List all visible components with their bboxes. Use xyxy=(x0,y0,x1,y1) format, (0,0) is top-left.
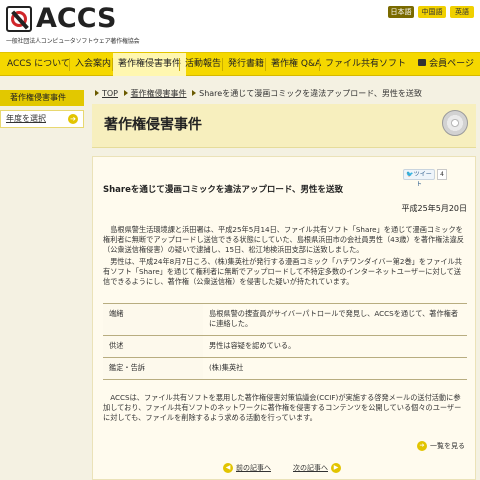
logo-subtitle: 一般社団法人コンピュータソフトウェア著作権協会 xyxy=(6,38,140,45)
nav-item-activity[interactable]: 活動報告 xyxy=(180,53,226,76)
global-nav: ACCS について 入会案内 著作権侵害事件 活動報告 発行書籍 著作権 Q&A… xyxy=(0,52,480,76)
article-paragraph: 男性は、平成24年8月7日ころ、(株)集英社が発行する漫画コミック「ハチワンダイ… xyxy=(103,257,462,286)
table-value: 男性は容疑を認めている。 xyxy=(203,335,467,358)
arrow-right-icon: ➔ xyxy=(417,441,427,451)
next-article-label: 次の記事へ xyxy=(293,464,328,472)
table-key: 端緒 xyxy=(103,303,203,336)
lang-chinese-button[interactable]: 中国語 xyxy=(418,6,446,18)
tweet-count: 4 xyxy=(437,169,447,180)
table-row: 供述 男性は容疑を認めている。 xyxy=(103,335,467,358)
view-list-label: 一覧を見る xyxy=(430,442,465,450)
nav-item-infringement[interactable]: 著作権侵害事件 xyxy=(113,53,187,76)
sidebar-title: 著作権侵害事件 xyxy=(0,90,84,106)
breadcrumb: TOP 著作権侵害事件 Shareを通じて漫画コミックを違法アップロード、男性を… xyxy=(92,88,422,100)
site-header: ACCS 一般社団法人コンピュータソフトウェア著作権協会 日本語 中国語 英語 xyxy=(0,0,480,52)
nav-item-about[interactable]: ACCS について xyxy=(2,53,75,76)
previous-article-label: 前の記事へ xyxy=(236,464,271,472)
accs-logo-icon[interactable] xyxy=(6,6,32,32)
triangle-right-icon xyxy=(123,90,128,96)
table-row: 鑑定・告訴 (株)集英社 xyxy=(103,357,467,380)
previous-article-link[interactable]: ◀ 前の記事へ xyxy=(223,463,271,473)
lang-english-button[interactable]: 英語 xyxy=(450,6,474,18)
logo-text[interactable]: ACCS xyxy=(36,3,116,34)
arrow-left-icon: ◀ xyxy=(223,463,233,473)
nav-item-books[interactable]: 発行書籍 xyxy=(223,53,269,76)
lang-japanese-button[interactable]: 日本語 xyxy=(388,6,414,18)
member-page-label: 会員ページ xyxy=(429,59,474,69)
arrow-right-icon: ➔ xyxy=(68,114,78,124)
case-info-table: 端緒 島根県警の捜査員がサイバーパトロールで発見し、ACCSを通じて、著作権者に… xyxy=(103,303,467,380)
breadcrumb-current: Shareを通じて漫画コミックを違法アップロード、男性を送致 xyxy=(199,89,422,98)
nav-item-file-sharing[interactable]: ファイル共有ソフト xyxy=(320,53,411,76)
arrow-right-icon: ▶ xyxy=(331,463,341,473)
nav-item-join[interactable]: 入会案内 xyxy=(70,53,116,76)
next-article-link[interactable]: 次の記事へ ▶ xyxy=(293,463,341,473)
article-paragraph: 島根県警生活環境課と浜田署は、平成25年5月14日、ファイル共有ソフト「Shar… xyxy=(103,225,464,254)
tweet-label: ツイート xyxy=(413,171,432,188)
tweet-button[interactable]: 🐦ツイート xyxy=(403,169,435,188)
breadcrumb-top-link[interactable]: TOP xyxy=(102,89,118,98)
bird-icon: 🐦 xyxy=(406,171,414,178)
table-value: (株)集英社 xyxy=(203,357,467,380)
page-title: 著作権侵害事件 xyxy=(104,117,202,133)
triangle-right-icon xyxy=(192,90,197,96)
view-list-link[interactable]: ➔ 一覧を見る xyxy=(417,441,465,451)
sidebar-item-select-year[interactable]: 年度を選択 ➔ xyxy=(0,110,84,128)
sidebar-item-label: 年度を選択 xyxy=(6,114,46,123)
article-date: 平成25年5月20日 xyxy=(401,204,467,213)
triangle-right-icon xyxy=(95,90,99,96)
breadcrumb-section-link[interactable]: 著作権侵害事件 xyxy=(131,89,187,98)
page-title-band: 著作権侵害事件 xyxy=(92,104,476,148)
article-content: 🐦ツイート 4 Shareを通じて漫画コミックを違法アップロード、男性を送致 平… xyxy=(92,156,476,480)
table-key: 鑑定・告訴 xyxy=(103,357,203,380)
table-key: 供述 xyxy=(103,335,203,358)
table-row: 端緒 島根県警の捜査員がサイバーパトロールで発見し、ACCSを通じて、著作権者に… xyxy=(103,303,467,336)
member-page-link[interactable]: 会員ページ xyxy=(418,53,474,76)
cd-disc-icon xyxy=(442,110,468,136)
lock-icon xyxy=(418,59,427,66)
table-value: 島根県警の捜査員がサイバーパトロールで発見し、ACCSを通じて、著作権者に連絡し… xyxy=(203,303,467,336)
article-paragraph: ACCSは、ファイル共有ソフトを悪用した著作権侵害対策協議会(CCIF)が実施す… xyxy=(103,393,462,422)
article-title: Shareを通じて漫画コミックを違法アップロード、男性を送致 xyxy=(103,185,344,195)
nav-item-qa[interactable]: 著作権 Q&A xyxy=(266,53,326,76)
